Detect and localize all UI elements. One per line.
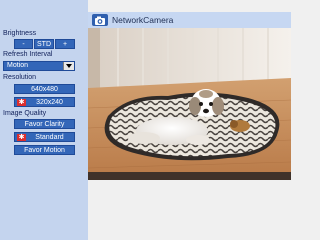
- refresh-interval-value: Motion: [7, 62, 29, 69]
- brightness-increase-button[interactable]: +: [55, 39, 75, 49]
- camera-icon: [92, 14, 108, 26]
- brightness-label: Brightness: [3, 30, 37, 37]
- brightness-increase-label: +: [62, 41, 68, 48]
- resolution-640-button[interactable]: 640x480: [14, 84, 75, 94]
- brightness-std-label: STD: [37, 41, 51, 48]
- quality-favor-motion-button[interactable]: Favor Motion: [14, 145, 75, 155]
- quality-favor-clarity-label: Favor Clarity: [24, 121, 65, 128]
- quality-favor-motion-label: Favor Motion: [24, 147, 65, 154]
- camera-header: NetworkCamera: [88, 12, 291, 28]
- refresh-interval-select[interactable]: Motion: [3, 61, 75, 71]
- page-title: NetworkCamera: [112, 15, 174, 25]
- resolution-640-label: 640x480: [31, 86, 58, 93]
- resolution-320-button[interactable]: ✱ 320x240: [14, 97, 75, 107]
- brightness-decrease-label: -: [22, 41, 25, 48]
- camera-feed-image: [88, 28, 291, 180]
- camera-feed-illustration: [88, 28, 291, 180]
- quality-standard-label: Standard: [35, 134, 64, 141]
- resolution-label: Resolution: [3, 74, 37, 81]
- brightness-std-button[interactable]: STD: [34, 39, 54, 49]
- refresh-interval-label: Refresh Interval: [3, 51, 53, 58]
- quality-favor-clarity-button[interactable]: Favor Clarity: [14, 119, 75, 129]
- brightness-decrease-button[interactable]: -: [14, 39, 33, 49]
- chevron-down-icon[interactable]: [63, 62, 74, 70]
- quality-standard-button[interactable]: ✱ Standard: [14, 132, 75, 142]
- image-quality-label: Image Quality: [3, 110, 47, 117]
- control-sidebar: Brightness - STD + Refresh Interval Moti…: [0, 0, 88, 240]
- resolution-320-label: 320x240: [36, 99, 63, 106]
